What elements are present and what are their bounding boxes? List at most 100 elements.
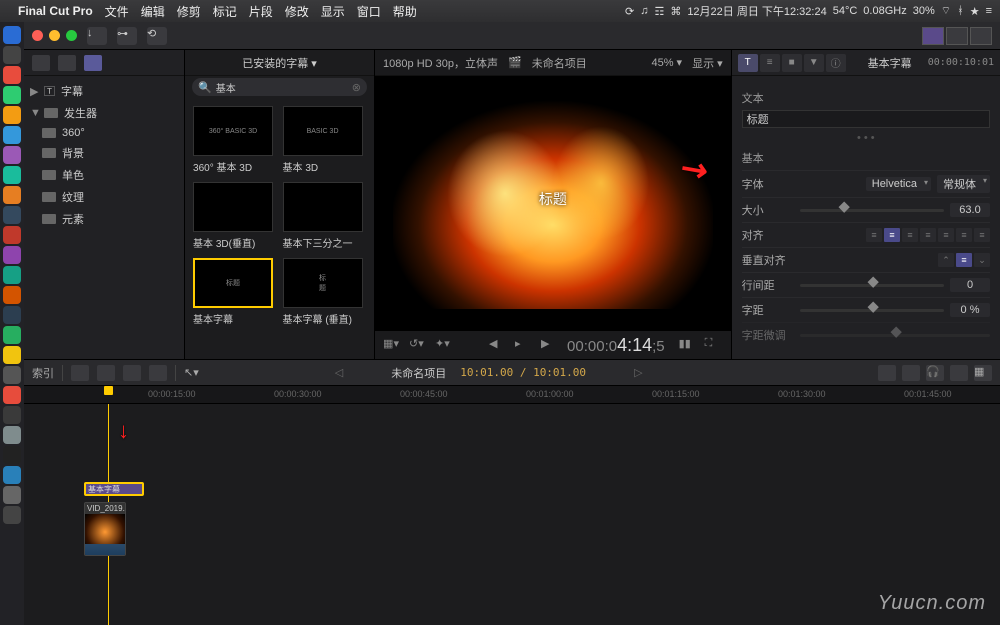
prev-frame-icon[interactable]: ◀ — [489, 337, 507, 353]
dock-app[interactable] — [3, 246, 21, 264]
zoom-dropdown[interactable]: 45% ▾ — [651, 56, 682, 69]
dock-app[interactable] — [3, 106, 21, 124]
timeline-tracks[interactable]: 基本字幕 VID_2019... — [24, 404, 1000, 625]
dock-app[interactable] — [3, 326, 21, 344]
play-button[interactable]: ▸ — [515, 337, 533, 353]
sidebar-item-solid[interactable]: 单色 — [24, 164, 184, 186]
sidebar-item-background[interactable]: 背景 — [24, 142, 184, 164]
titles-tab-icon[interactable] — [84, 55, 102, 71]
workspace-seg-2[interactable] — [946, 27, 968, 45]
app-name[interactable]: Final Cut Pro — [18, 4, 93, 18]
dock-app[interactable] — [3, 166, 21, 184]
next-frame-icon[interactable]: ▶ — [541, 337, 559, 353]
title-overlay-text[interactable]: 标题 — [539, 189, 567, 209]
dock-app[interactable] — [3, 86, 21, 104]
search-input[interactable] — [216, 82, 348, 93]
inspector-info-tab[interactable]: ⓘ — [826, 54, 846, 72]
menu-help[interactable]: 帮助 — [393, 3, 417, 20]
menu-modify[interactable]: 修改 — [285, 3, 309, 20]
title-text-input[interactable] — [742, 110, 990, 128]
align-icon[interactable]: ≡ — [938, 228, 954, 242]
dock-finder[interactable] — [3, 26, 21, 44]
dock-app[interactable] — [3, 66, 21, 84]
dock-app[interactable] — [3, 446, 21, 464]
menu-window[interactable]: 窗口 — [357, 3, 381, 20]
size-slider[interactable] — [800, 209, 944, 212]
linespace-value[interactable]: 0 — [950, 278, 990, 292]
align-icon[interactable]: ≡ — [974, 228, 990, 242]
retime-icon[interactable]: ↺▾ — [409, 337, 427, 353]
dock-app[interactable] — [3, 486, 21, 504]
align-buttons[interactable]: ≡ ≡ ≡ ≡ ≡ ≡ ≡ — [866, 228, 990, 242]
align-icon[interactable]: ≡ — [956, 228, 972, 242]
index-button[interactable]: 索引 — [32, 365, 54, 381]
enhance-icon[interactable]: ✦▾ — [435, 337, 453, 353]
align-left-icon[interactable]: ≡ — [866, 228, 882, 242]
keyword-button[interactable]: ⊶ — [117, 27, 137, 45]
valign-middle-icon[interactable]: ≡ — [956, 253, 972, 267]
search-field[interactable]: 🔍 ⊗ — [192, 78, 367, 96]
audio-meter-icon[interactable]: ▮▮ — [679, 337, 697, 353]
disclosure-icon[interactable]: ▼ — [30, 107, 38, 119]
title-item[interactable]: 基本 3D(垂直) — [193, 182, 277, 250]
dock-app[interactable] — [3, 186, 21, 204]
project-name[interactable]: 未命名项目 — [391, 365, 446, 381]
prev-icon[interactable]: ◁ — [335, 366, 343, 379]
inspector-tab[interactable]: ▼ — [804, 54, 824, 72]
menu-view[interactable]: 显示 — [321, 3, 345, 20]
viewer-canvas[interactable]: 标题 — [375, 76, 731, 331]
sidebar-item-360[interactable]: 360° — [24, 124, 184, 142]
clip-appearance-icon[interactable]: ▦ — [974, 365, 992, 381]
dock-app[interactable] — [3, 406, 21, 424]
tracking-slider[interactable] — [800, 309, 944, 312]
solo-icon[interactable]: 🎧 — [926, 365, 944, 381]
dock-app[interactable] — [3, 386, 21, 404]
menu-file[interactable]: 文件 — [105, 3, 129, 20]
align-right-icon[interactable]: ≡ — [902, 228, 918, 242]
maximize-button[interactable] — [66, 30, 77, 41]
title-item[interactable]: BASIC 3D基本 3D — [283, 106, 367, 174]
valign-top-icon[interactable]: ⌃ — [938, 253, 954, 267]
dock-app[interactable] — [3, 366, 21, 384]
title-item-selected[interactable]: 标题基本字幕 — [193, 258, 277, 326]
snap-icon[interactable] — [950, 365, 968, 381]
inspector-tab[interactable]: ■ — [782, 54, 802, 72]
font-style-dropdown[interactable]: 常规体 — [937, 175, 990, 193]
menu-edit[interactable]: 编辑 — [141, 3, 165, 20]
dock-app[interactable] — [3, 266, 21, 284]
video-clip[interactable]: VID_2019... — [84, 502, 126, 556]
valign-bottom-icon[interactable]: ⌄ — [974, 253, 990, 267]
overwrite-tool-icon[interactable] — [149, 365, 167, 381]
valign-buttons[interactable]: ⌃ ≡ ⌄ — [938, 253, 990, 267]
photos-tab-icon[interactable] — [58, 55, 76, 71]
sidebar-titles-header[interactable]: ▶ 🅃 字幕 — [24, 80, 184, 102]
dock-app[interactable] — [3, 426, 21, 444]
dock-app[interactable] — [3, 346, 21, 364]
inspector-text-tab[interactable]: T — [738, 54, 758, 72]
fullscreen-icon[interactable]: ⛶ — [705, 337, 723, 353]
import-button[interactable]: ↓ — [87, 27, 107, 45]
audio-skim-icon[interactable] — [902, 365, 920, 381]
dock-app[interactable] — [3, 146, 21, 164]
disclosure-icon[interactable]: ▶ — [30, 85, 38, 98]
menu-trim[interactable]: 修剪 — [177, 3, 201, 20]
kerning-slider[interactable] — [800, 334, 990, 337]
dock-app[interactable] — [3, 306, 21, 324]
linespace-slider[interactable] — [800, 284, 944, 287]
dock-app[interactable] — [3, 206, 21, 224]
viewer-timecode[interactable]: 00:00:04:14;5 — [567, 335, 665, 356]
dock-trash[interactable] — [3, 506, 21, 524]
font-dropdown[interactable]: Helvetica — [866, 177, 931, 191]
titles-dropdown[interactable]: 已安装的字幕 ▾ — [191, 55, 368, 71]
menu-clip[interactable]: 片段 — [249, 3, 273, 20]
title-clip[interactable]: 基本字幕 — [84, 482, 144, 496]
dock-app[interactable] — [3, 46, 21, 64]
render-button[interactable]: ⟲ — [147, 27, 167, 45]
dock-app[interactable] — [3, 286, 21, 304]
view-dropdown[interactable]: 显示 ▾ — [692, 55, 723, 71]
skimming-icon[interactable] — [878, 365, 896, 381]
spotlight-icon[interactable]: ≡ — [986, 5, 992, 17]
close-button[interactable] — [32, 30, 43, 41]
dock-app[interactable] — [3, 466, 21, 484]
timeline-ruler[interactable]: 00:00:15:00 00:00:30:00 00:00:45:00 00:0… — [24, 386, 1000, 404]
